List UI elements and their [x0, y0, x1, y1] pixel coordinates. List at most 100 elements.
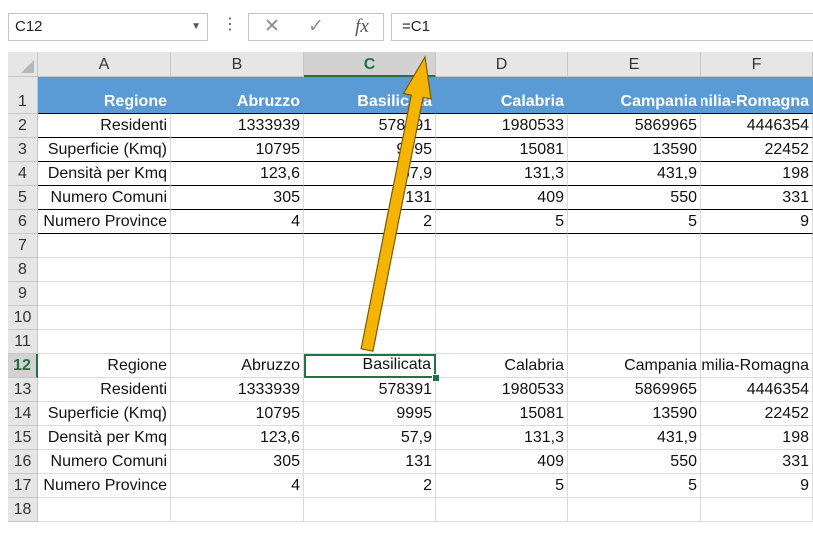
cell-c14[interactable]: 9995	[304, 402, 436, 426]
cell-f6[interactable]: 9	[701, 210, 813, 234]
row-header-6[interactable]: 6	[8, 210, 38, 234]
cell-a18[interactable]	[38, 498, 171, 522]
cell-b8[interactable]	[171, 258, 304, 282]
row-header-12[interactable]: 12	[8, 354, 38, 378]
cell-a5[interactable]: Numero Comuni	[38, 186, 171, 210]
cell-a9[interactable]	[38, 282, 171, 306]
cell-b11[interactable]	[171, 330, 304, 354]
cell-d16[interactable]: 409	[436, 450, 568, 474]
cell-c6[interactable]: 2	[304, 210, 436, 234]
row-header-18[interactable]: 18	[8, 498, 38, 522]
cell-d14[interactable]: 15081	[436, 402, 568, 426]
insert-function-button[interactable]: fx	[345, 14, 379, 40]
cell-a15[interactable]: Densità per Kmq	[38, 426, 171, 450]
cell-c5[interactable]: 131	[304, 186, 436, 210]
cell-c12[interactable]: Basilicata	[304, 354, 436, 378]
cell-e5[interactable]: 550	[568, 186, 701, 210]
column-header-c[interactable]: C	[304, 52, 436, 77]
cell-e4[interactable]: 431,9	[568, 162, 701, 186]
cell-b6[interactable]: 4	[171, 210, 304, 234]
column-header-d[interactable]: D	[436, 52, 568, 77]
row-header-4[interactable]: 4	[8, 162, 38, 186]
cell-f16[interactable]: 331	[701, 450, 813, 474]
cell-f3[interactable]: 22452	[701, 138, 813, 162]
cell-e6[interactable]: 5	[568, 210, 701, 234]
row-header-3[interactable]: 3	[8, 138, 38, 162]
cancel-icon[interactable]: ✕	[255, 14, 289, 40]
cell-f14[interactable]: 22452	[701, 402, 813, 426]
cell-e3[interactable]: 13590	[568, 138, 701, 162]
row-header-13[interactable]: 13	[8, 378, 38, 402]
cell-a17[interactable]: Numero Province	[38, 474, 171, 498]
formula-input[interactable]: =C1	[391, 13, 813, 41]
cell-b18[interactable]	[171, 498, 304, 522]
cell-a16[interactable]: Numero Comuni	[38, 450, 171, 474]
cell-e8[interactable]	[568, 258, 701, 282]
cell-d2[interactable]: 1980533	[436, 114, 568, 138]
fill-handle[interactable]	[432, 374, 440, 382]
cell-a7[interactable]	[38, 234, 171, 258]
cell-d3[interactable]: 15081	[436, 138, 568, 162]
cell-a3[interactable]: Superficie (Kmq)	[38, 138, 171, 162]
cell-b2[interactable]: 1333939	[171, 114, 304, 138]
cell-a1[interactable]: Regione	[38, 77, 171, 114]
column-header-f[interactable]: F	[701, 52, 813, 77]
cell-e2[interactable]: 5869965	[568, 114, 701, 138]
cell-b17[interactable]: 4	[171, 474, 304, 498]
cell-c18[interactable]	[304, 498, 436, 522]
cell-b14[interactable]: 10795	[171, 402, 304, 426]
cell-e13[interactable]: 5869965	[568, 378, 701, 402]
cell-e7[interactable]	[568, 234, 701, 258]
row-header-14[interactable]: 14	[8, 402, 38, 426]
cell-d1[interactable]: Calabria	[436, 77, 568, 114]
cell-b10[interactable]	[171, 306, 304, 330]
chevron-down-icon[interactable]: ▼	[191, 14, 201, 40]
row-header-17[interactable]: 17	[8, 474, 38, 498]
cell-f2[interactable]: 4446354	[701, 114, 813, 138]
cell-d8[interactable]	[436, 258, 568, 282]
cell-e16[interactable]: 550	[568, 450, 701, 474]
cell-d4[interactable]: 131,3	[436, 162, 568, 186]
cell-d10[interactable]	[436, 306, 568, 330]
cell-c17[interactable]: 2	[304, 474, 436, 498]
cell-e10[interactable]	[568, 306, 701, 330]
cell-b4[interactable]: 123,6	[171, 162, 304, 186]
cell-f1[interactable]: Emilia-Romagna	[701, 77, 813, 114]
row-header-10[interactable]: 10	[8, 306, 38, 330]
cell-f9[interactable]	[701, 282, 813, 306]
cell-a6[interactable]: Numero Province	[38, 210, 171, 234]
cell-f11[interactable]	[701, 330, 813, 354]
cell-a14[interactable]: Superficie (Kmq)	[38, 402, 171, 426]
column-header-b[interactable]: B	[171, 52, 304, 77]
cell-f17[interactable]: 9	[701, 474, 813, 498]
cell-f5[interactable]: 331	[701, 186, 813, 210]
cell-c7[interactable]	[304, 234, 436, 258]
cell-f15[interactable]: 198	[701, 426, 813, 450]
cell-d15[interactable]: 131,3	[436, 426, 568, 450]
cell-c4[interactable]: 57,9	[304, 162, 436, 186]
cell-a13[interactable]: Residenti	[38, 378, 171, 402]
cell-a4[interactable]: Densità per Kmq	[38, 162, 171, 186]
cell-a11[interactable]	[38, 330, 171, 354]
row-header-2[interactable]: 2	[8, 114, 38, 138]
row-header-8[interactable]: 8	[8, 258, 38, 282]
cell-f10[interactable]	[701, 306, 813, 330]
cell-a8[interactable]	[38, 258, 171, 282]
row-header-16[interactable]: 16	[8, 450, 38, 474]
cell-c9[interactable]	[304, 282, 436, 306]
cell-f4[interactable]: 198	[701, 162, 813, 186]
cell-b13[interactable]: 1333939	[171, 378, 304, 402]
select-all-button[interactable]	[8, 52, 38, 77]
row-header-7[interactable]: 7	[8, 234, 38, 258]
row-header-9[interactable]: 9	[8, 282, 38, 306]
cell-a2[interactable]: Residenti	[38, 114, 171, 138]
name-box[interactable]: C12 ▼	[8, 13, 208, 41]
cell-f8[interactable]	[701, 258, 813, 282]
cell-e14[interactable]: 13590	[568, 402, 701, 426]
more-options-icon[interactable]: ⋮	[222, 14, 238, 34]
cell-c13[interactable]: 578391	[304, 378, 436, 402]
cell-d13[interactable]: 1980533	[436, 378, 568, 402]
cell-a12[interactable]: Regione	[38, 354, 171, 378]
cell-b9[interactable]	[171, 282, 304, 306]
cell-b7[interactable]	[171, 234, 304, 258]
